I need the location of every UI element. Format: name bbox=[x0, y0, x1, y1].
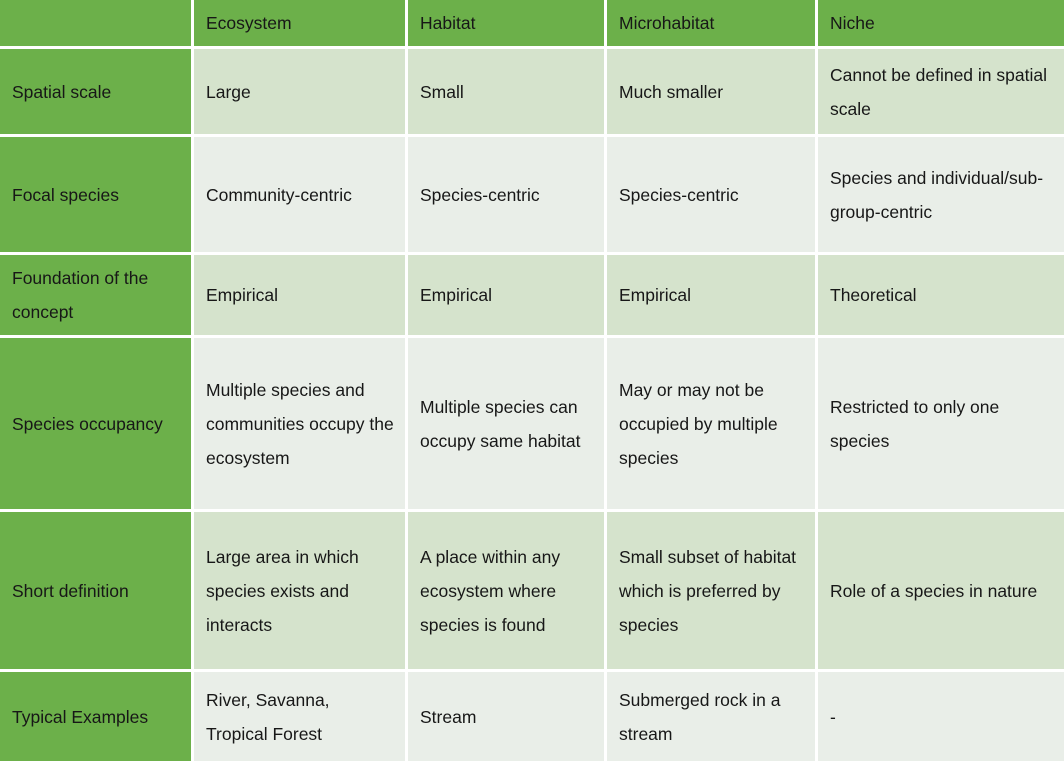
table-row: Short definition Large area in which spe… bbox=[0, 512, 1064, 673]
cell-spatial-scale-microhabitat: Much smaller bbox=[607, 49, 818, 138]
cell-focal-species-microhabitat: Species-centric bbox=[607, 137, 818, 256]
cell-species-occupancy-microhabitat: May or may not be occupied by multiple s… bbox=[607, 338, 818, 513]
cell-foundation-habitat: Empirical bbox=[408, 255, 607, 339]
cell-focal-species-habitat: Species-centric bbox=[408, 137, 607, 256]
column-header-niche: Niche bbox=[818, 0, 1064, 50]
column-header-ecosystem: Ecosystem bbox=[194, 0, 408, 50]
row-label-spatial-scale: Spatial scale bbox=[0, 49, 194, 138]
cell-spatial-scale-ecosystem: Large bbox=[194, 49, 408, 138]
row-label-species-occupancy: Species occupancy bbox=[0, 338, 194, 513]
cell-typical-examples-microhabitat: Submerged rock in a stream bbox=[607, 672, 818, 764]
cell-typical-examples-habitat: Stream bbox=[408, 672, 607, 764]
cell-species-occupancy-niche: Restricted to only one species bbox=[818, 338, 1064, 513]
table-row: Foundation of the concept Empirical Empi… bbox=[0, 255, 1064, 339]
cell-short-definition-habitat: A place within any ecosystem where speci… bbox=[408, 512, 607, 673]
cell-species-occupancy-habitat: Multiple species can occupy same habitat bbox=[408, 338, 607, 513]
cell-typical-examples-ecosystem: River, Savanna, Tropical Forest bbox=[194, 672, 408, 764]
cell-short-definition-niche: Role of a species in nature bbox=[818, 512, 1064, 673]
table-body: Spatial scale Large Small Much smaller C… bbox=[0, 49, 1064, 764]
cell-focal-species-niche: Species and individual/sub-group-centric bbox=[818, 137, 1064, 256]
cell-foundation-niche: Theoretical bbox=[818, 255, 1064, 339]
cell-short-definition-microhabitat: Small subset of habitat which is preferr… bbox=[607, 512, 818, 673]
cell-short-definition-ecosystem: Large area in which species exists and i… bbox=[194, 512, 408, 673]
row-label-foundation-of-the-concept: Foundation of the concept bbox=[0, 255, 194, 339]
cell-focal-species-ecosystem: Community-centric bbox=[194, 137, 408, 256]
comparison-table: Ecosystem Habitat Microhabitat Niche Spa… bbox=[0, 0, 1064, 764]
cell-spatial-scale-habitat: Small bbox=[408, 49, 607, 138]
column-header-microhabitat: Microhabitat bbox=[607, 0, 818, 50]
table-row: Species occupancy Multiple species and c… bbox=[0, 338, 1064, 513]
row-label-short-definition: Short definition bbox=[0, 512, 194, 673]
cell-typical-examples-niche: - bbox=[818, 672, 1064, 764]
table-row: Spatial scale Large Small Much smaller C… bbox=[0, 49, 1064, 138]
row-label-focal-species: Focal species bbox=[0, 137, 194, 256]
table-header: Ecosystem Habitat Microhabitat Niche bbox=[0, 0, 1064, 50]
header-row: Ecosystem Habitat Microhabitat Niche bbox=[0, 0, 1064, 50]
cell-spatial-scale-niche: Cannot be defined in spatial scale bbox=[818, 49, 1064, 138]
cell-foundation-microhabitat: Empirical bbox=[607, 255, 818, 339]
table-row: Typical Examples River, Savanna, Tropica… bbox=[0, 672, 1064, 764]
cell-foundation-ecosystem: Empirical bbox=[194, 255, 408, 339]
row-label-typical-examples: Typical Examples bbox=[0, 672, 194, 764]
table-row: Focal species Community-centric Species-… bbox=[0, 137, 1064, 256]
column-header-habitat: Habitat bbox=[408, 0, 607, 50]
table-corner-cell bbox=[0, 0, 194, 50]
cell-species-occupancy-ecosystem: Multiple species and communities occupy … bbox=[194, 338, 408, 513]
